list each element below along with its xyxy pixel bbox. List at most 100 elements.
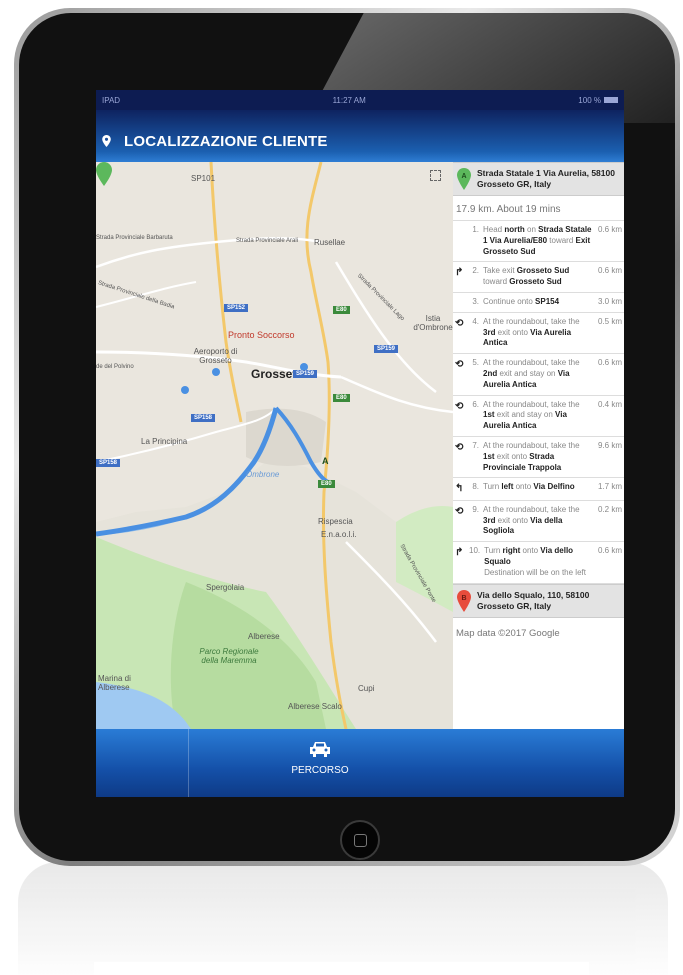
step-instruction: At the roundabout, take the 3rd exit ont…	[483, 317, 592, 349]
app-scene: IPAD 11:27 AM 100 % LOCALIZZAZIONE CLIEN…	[0, 0, 683, 975]
main-content: SP101 Strada Provinciale Barbaruta Strad…	[96, 162, 624, 729]
step-highlight: Grosseto Sud	[509, 277, 562, 287]
fullscreen-icon[interactable]	[430, 170, 441, 181]
road-shield: SP159	[293, 370, 318, 378]
maneuver-icon	[455, 297, 469, 308]
direction-step[interactable]: 3. Continue onto SP154 3.0 km	[453, 293, 624, 313]
status-time: 11:27 AM	[332, 95, 366, 105]
map-label-river: Ombrone	[246, 470, 280, 479]
step-instruction: Head north on Strada Statale 1 Via Aurel…	[483, 225, 592, 257]
direction-step[interactable]: ↰ 8. Turn left onto Via Delfino 1.7 km	[453, 478, 624, 501]
marker-letter: A	[461, 173, 466, 180]
map-label-park: Parco Regionale della Maremma	[199, 647, 259, 665]
marker-a-label: A	[322, 456, 329, 466]
destination-address[interactable]: B Via dello Squalo, 110, 58100 Grosseto …	[453, 583, 624, 618]
direction-step[interactable]: ⟲ 5. At the roundabout, take the 2nd exit …	[453, 354, 624, 396]
step-highlight: north	[504, 225, 525, 234]
step-text: At the roundabout, take the	[483, 399, 580, 409]
direction-step[interactable]: 1. Head north on Strada Statale 1 Via Aur…	[453, 221, 624, 263]
tab-percorso[interactable]: PERCORSO	[189, 729, 451, 797]
map-label: Marina di Alberese	[98, 674, 131, 692]
step-text: toward	[547, 235, 576, 245]
ipad-frame: IPAD 11:27 AM 100 % LOCALIZZAZIONE CLIEN…	[14, 8, 680, 866]
map-label: Spergolaia	[206, 583, 245, 592]
maneuver-icon: ↰	[455, 483, 464, 495]
step-text: Turn	[484, 546, 503, 556]
step-highlight: right	[502, 546, 521, 556]
step-text: exit onto	[494, 451, 530, 461]
step-highlight: Grosseto Sud	[516, 266, 570, 276]
map-label: Rusellae	[314, 238, 346, 247]
step-text: Turn	[483, 482, 502, 492]
step-instruction: Continue onto SP154	[483, 297, 592, 308]
map-label: Strada Provinciale Barbaruta	[96, 235, 173, 241]
destination-text: Via dello Squalo, 110, 58100 Grosseto GR…	[477, 590, 590, 611]
step-text: onto	[520, 546, 541, 556]
step-highlight: 3rd	[483, 515, 496, 525]
location-pin-icon	[102, 135, 111, 147]
car-icon	[310, 742, 330, 757]
origin-address[interactable]: A Strada Statale 1 Via Aurelia, 58100 Gr…	[453, 162, 624, 196]
step-highlight: left	[501, 482, 514, 492]
direction-step[interactable]: ↱ 2. Take exit Grosseto Sud toward Grosset…	[453, 262, 624, 293]
step-highlight: 2nd	[483, 368, 498, 378]
home-square-icon	[354, 834, 367, 847]
tab-empty[interactable]	[96, 729, 189, 797]
map-label: Alberese	[248, 632, 280, 641]
direction-step[interactable]: ⟲ 9. At the roundabout, take the 3rd exit …	[453, 501, 624, 543]
battery-icon	[603, 97, 618, 104]
direction-step[interactable]: ⟲ 6. At the roundabout, take the 1st exit …	[453, 396, 624, 437]
step-highlight: Via Delfino	[533, 482, 575, 492]
step-distance: 0.6 km	[597, 546, 622, 556]
step-instruction: At the roundabout, take the 1st exit and…	[483, 400, 592, 432]
map-label: Istia d'Ombrone	[413, 314, 453, 332]
marker-a-icon[interactable]	[96, 162, 112, 186]
step-instruction: Turn left onto Via Delfino	[483, 482, 592, 496]
direction-step[interactable]: ⟲ 4. At the roundabout, take the 3rd exit …	[453, 313, 624, 355]
step-text: onto	[513, 482, 534, 492]
step-text: At the roundabout, take the	[483, 358, 580, 368]
tab-label: PERCORSO	[291, 765, 349, 776]
route-summary: 17.9 km. About 19 mins	[453, 196, 624, 221]
marker-b-icon: B	[457, 589, 471, 612]
page-title: LOCALIZZAZIONE CLIENTE	[124, 132, 328, 150]
direction-steps-list: 1. Head north on Strada Statale 1 Via Aur…	[453, 221, 624, 584]
step-distance: 9.6 km	[597, 440, 622, 450]
step-text: Head	[483, 225, 505, 234]
step-highlight: 1st	[483, 451, 495, 461]
status-bar: IPAD 11:27 AM 100 %	[96, 90, 624, 110]
map-label-airport: Aeroporto di Grosseto	[193, 347, 238, 365]
step-text: exit onto	[495, 515, 531, 525]
step-text: exit and stay on	[494, 410, 556, 420]
step-number: 7.	[472, 440, 479, 450]
app-screen: IPAD 11:27 AM 100 % LOCALIZZAZIONE CLIEN…	[96, 90, 624, 797]
step-distance: 0.2 km	[597, 504, 622, 514]
road-shield: E80	[333, 306, 350, 314]
step-number: 6.	[472, 399, 479, 409]
step-instruction: Take exit Grosseto Sud toward Grosseto S…	[483, 266, 592, 288]
direction-step[interactable]: ↱ 10. Turn right onto Via dello Squalo Dest…	[453, 542, 624, 584]
home-button[interactable]	[340, 820, 380, 860]
maneuver-icon: ⟲	[455, 441, 464, 453]
battery-indicator: 100 %	[578, 96, 618, 105]
maneuver-icon: ⟲	[455, 505, 464, 517]
step-text: exit and stay on	[497, 368, 558, 378]
direction-step[interactable]: ⟲ 7. At the roundabout, take the 1st exit …	[453, 437, 624, 479]
step-number: 3.	[472, 296, 479, 306]
step-distance: 0.6 km	[597, 266, 622, 276]
step-highlight: 1st	[483, 410, 495, 420]
map-label: La Principina	[141, 437, 188, 446]
step-distance: 0.5 km	[597, 316, 622, 326]
route-map[interactable]: SP101 Strada Provinciale Barbaruta Strad…	[96, 162, 453, 729]
step-text: Continue onto	[483, 296, 536, 306]
step-instruction: At the roundabout, take the 1st exit ont…	[483, 441, 592, 473]
step-number: 1.	[472, 225, 479, 234]
step-instruction: Turn right onto Via dello Squalo Destinat…	[484, 546, 592, 578]
ipad-bezel: IPAD 11:27 AM 100 % LOCALIZZAZIONE CLIEN…	[19, 13, 675, 861]
map-label: E.n.a.o.l.i.	[321, 530, 357, 539]
step-text: At the roundabout, take the	[483, 316, 580, 326]
step-text: toward	[483, 277, 510, 287]
maneuver-icon: ⟲	[455, 400, 464, 412]
step-highlight: SP154	[535, 296, 560, 306]
road-shield: SP152	[224, 304, 249, 312]
